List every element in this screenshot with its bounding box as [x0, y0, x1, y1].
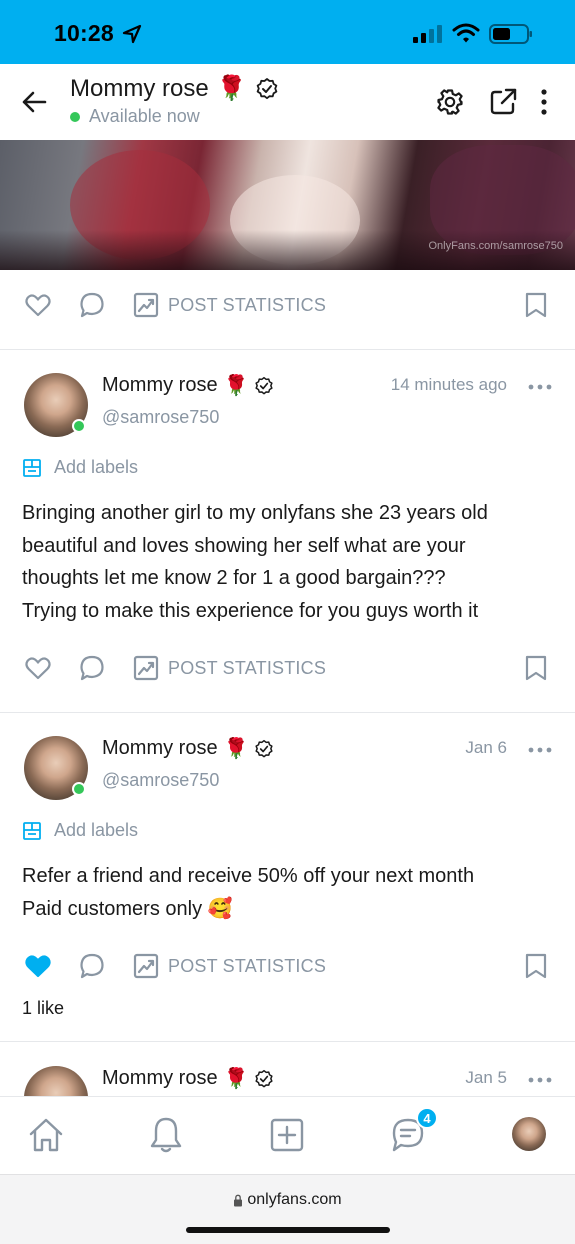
bookmark-icon[interactable] — [524, 654, 548, 682]
profile-header: Mommy rose 🌹 Available now — [0, 64, 575, 140]
verified-badge-icon — [255, 376, 274, 394]
post-statistics-label: POST STATISTICS — [168, 955, 327, 976]
add-post-icon[interactable] — [267, 1115, 307, 1155]
post-actions: POST STATISTICS — [0, 648, 575, 688]
post-handle[interactable]: @samrose750 — [102, 770, 219, 791]
home-indicator — [186, 1227, 390, 1233]
more-vertical-icon[interactable] — [536, 88, 552, 116]
post-media[interactable]: OnlyFans.com/samrose750 — [0, 140, 575, 270]
post-author-name: Mommy rose — [102, 374, 218, 396]
back-arrow-icon[interactable] — [20, 88, 48, 116]
media-watermark: OnlyFans.com/samrose750 — [428, 240, 564, 252]
home-icon[interactable] — [26, 1115, 66, 1155]
post-statistics-label: POST STATISTICS — [168, 294, 327, 315]
rose-emoji: 🌹 — [223, 375, 249, 397]
post-statistics-button[interactable]: POST STATISTICS — [132, 291, 326, 319]
statistics-icon — [133, 292, 159, 318]
post-actions: POST STATISTICS — [0, 946, 575, 986]
label-icon — [23, 821, 41, 840]
post-statistics-button[interactable]: POST STATISTICS — [132, 654, 326, 682]
profile-name: Mommy rose — [70, 74, 209, 102]
statistics-icon — [133, 953, 159, 979]
post-text: Bringing another girl to my onlyfans she… — [22, 497, 557, 627]
post-author[interactable]: Mommy rose 🌹 — [102, 373, 274, 398]
messages-badge: 4 — [416, 1107, 438, 1129]
comment-icon[interactable] — [78, 654, 106, 682]
profile-title: Mommy rose 🌹 — [70, 74, 279, 103]
wifi-icon — [452, 23, 480, 43]
post-text-line: Bringing another girl to my onlyfans she… — [22, 502, 488, 524]
divider — [0, 712, 575, 713]
rose-emoji: 🌹 — [223, 738, 249, 760]
post-text-line: Trying to make this experience for you g… — [22, 599, 479, 622]
post-author-name: Mommy rose — [102, 737, 218, 759]
share-icon[interactable] — [488, 87, 518, 117]
heart-icon[interactable] — [24, 291, 52, 319]
bottom-tab-bar: 4 — [0, 1096, 575, 1174]
browser-url-bar[interactable]: onlyfans.com — [0, 1174, 575, 1244]
post-text-line: Paid customers only 🥰 — [22, 897, 233, 920]
add-labels-button[interactable]: Add labels — [22, 820, 138, 841]
divider — [0, 1041, 575, 1042]
post-author[interactable]: Mommy rose 🌹 — [102, 1066, 274, 1091]
post-card: Mommy rose 🌹 Jan 5 — [0, 1066, 575, 1096]
location-arrow-icon — [122, 24, 142, 44]
rose-emoji: 🌹 — [216, 75, 247, 102]
more-horizontal-icon[interactable] — [528, 1076, 552, 1084]
heart-icon[interactable] — [24, 654, 52, 682]
avatar[interactable] — [24, 1066, 88, 1096]
lock-icon — [234, 1194, 243, 1206]
status-bar: 10:28 — [0, 0, 575, 64]
likes-count[interactable]: 1 like — [22, 998, 64, 1019]
post-handle[interactable]: @samrose750 — [102, 407, 219, 428]
verified-badge-icon — [255, 1069, 274, 1087]
cellular-signal-icon — [413, 25, 442, 43]
post-card: Mommy rose 🌹 @samrose750 14 minutes ago … — [0, 373, 575, 683]
comment-icon[interactable] — [78, 291, 106, 319]
verified-badge-icon — [255, 739, 274, 757]
label-icon — [23, 458, 41, 477]
post-author-name: Mommy rose — [102, 1067, 218, 1089]
more-horizontal-icon[interactable] — [528, 383, 552, 391]
post-timestamp[interactable]: Jan 6 — [465, 738, 507, 758]
post-timestamp[interactable]: Jan 5 — [465, 1068, 507, 1088]
online-dot — [70, 111, 80, 122]
bookmark-icon[interactable] — [524, 952, 548, 980]
post-text: Refer a friend and receive 50% off your … — [22, 860, 557, 925]
statistics-icon — [133, 655, 159, 681]
bookmark-icon[interactable] — [524, 291, 548, 319]
rose-emoji: 🌹 — [223, 1068, 249, 1090]
divider — [0, 349, 575, 350]
url-text: onlyfans.com — [247, 1191, 342, 1208]
post-timestamp[interactable]: 14 minutes ago — [391, 375, 507, 395]
notifications-bell-icon[interactable] — [146, 1115, 186, 1155]
availability-status: Available now — [70, 106, 200, 127]
verified-badge-icon — [256, 77, 277, 99]
post-text-line: Refer a friend and receive 50% off your … — [22, 865, 475, 887]
online-dot — [72, 782, 86, 796]
add-labels-button[interactable]: Add labels — [22, 457, 138, 478]
availability-text: Available now — [89, 106, 200, 126]
battery-icon — [489, 24, 532, 44]
heart-filled-icon[interactable] — [24, 952, 52, 980]
gear-icon[interactable] — [436, 88, 464, 116]
post-text-line: thoughts let me know 2 for 1 a good barg… — [22, 567, 446, 589]
comment-icon[interactable] — [78, 952, 106, 980]
add-labels-text: Add labels — [54, 457, 139, 477]
url-display[interactable]: onlyfans.com — [0, 1191, 575, 1209]
post-statistics-label: POST STATISTICS — [168, 657, 327, 678]
more-horizontal-icon[interactable] — [528, 746, 552, 754]
post-card: Mommy rose 🌹 @samrose750 Jan 6 Add label… — [0, 736, 575, 1036]
post-actions: POST STATISTICS — [0, 285, 575, 325]
profile-avatar-tab[interactable] — [512, 1117, 546, 1151]
post-author[interactable]: Mommy rose 🌹 — [102, 736, 274, 761]
status-time: 10:28 — [54, 20, 114, 46]
add-labels-text: Add labels — [54, 820, 139, 840]
post-statistics-button[interactable]: POST STATISTICS — [132, 952, 326, 980]
online-dot — [72, 419, 86, 433]
post-text-line: beautiful and loves showing her self wha… — [22, 534, 466, 557]
